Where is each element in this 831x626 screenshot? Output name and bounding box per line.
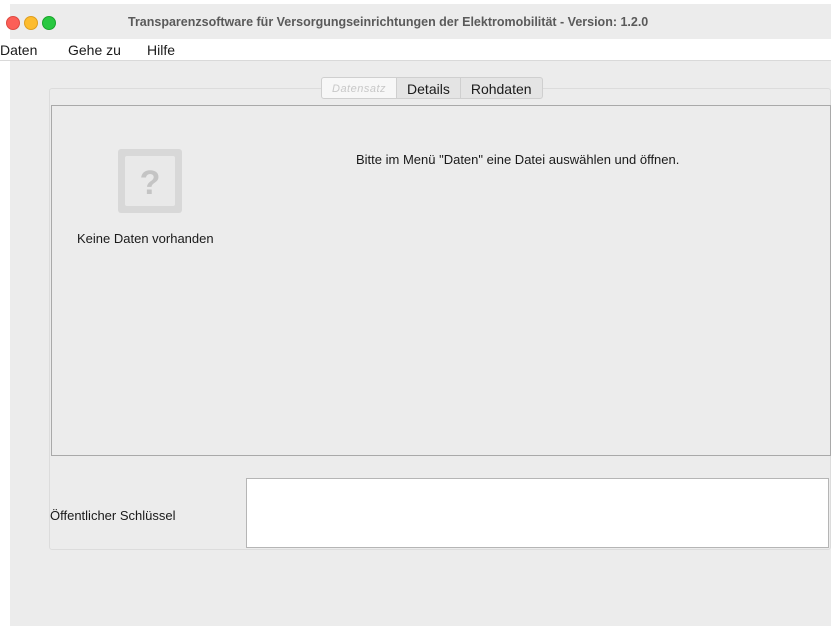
tab-content-area: ? Keine Daten vorhanden Bitte im Menü "D… [51, 105, 831, 456]
zoom-window-button[interactable] [42, 16, 56, 30]
menu-hilfe[interactable]: Hilfe [147, 42, 175, 58]
close-window-button[interactable] [6, 16, 20, 30]
no-data-label: Keine Daten vorhanden [77, 231, 214, 246]
svg-text:?: ? [140, 164, 161, 202]
window-title: Transparenzsoftware für Versorgungseinri… [128, 15, 649, 29]
menu-gehe-zu[interactable]: Gehe zu [68, 42, 121, 58]
instruction-text: Bitte im Menü "Daten" eine Datei auswähl… [356, 152, 680, 167]
menu-bar: Daten Gehe zu Hilfe [0, 39, 831, 61]
tab-details[interactable]: Details [396, 77, 461, 99]
public-key-field[interactable] [246, 478, 829, 548]
menu-daten[interactable]: Daten [0, 42, 37, 58]
tab-datensatz[interactable]: Datensatz [321, 77, 398, 99]
title-bar[interactable]: Transparenzsoftware für Versorgungseinri… [6, 4, 831, 38]
tab-rohdaten[interactable]: Rohdaten [459, 77, 543, 99]
tab-bar: Datensatz Details Rohdaten [321, 77, 543, 99]
app-window: Transparenzsoftware für Versorgungseinri… [0, 4, 831, 626]
question-mark-document-icon: ? [118, 149, 182, 213]
minimize-window-button[interactable] [24, 16, 38, 30]
public-key-label: Öffentlicher Schlüssel [50, 508, 176, 523]
